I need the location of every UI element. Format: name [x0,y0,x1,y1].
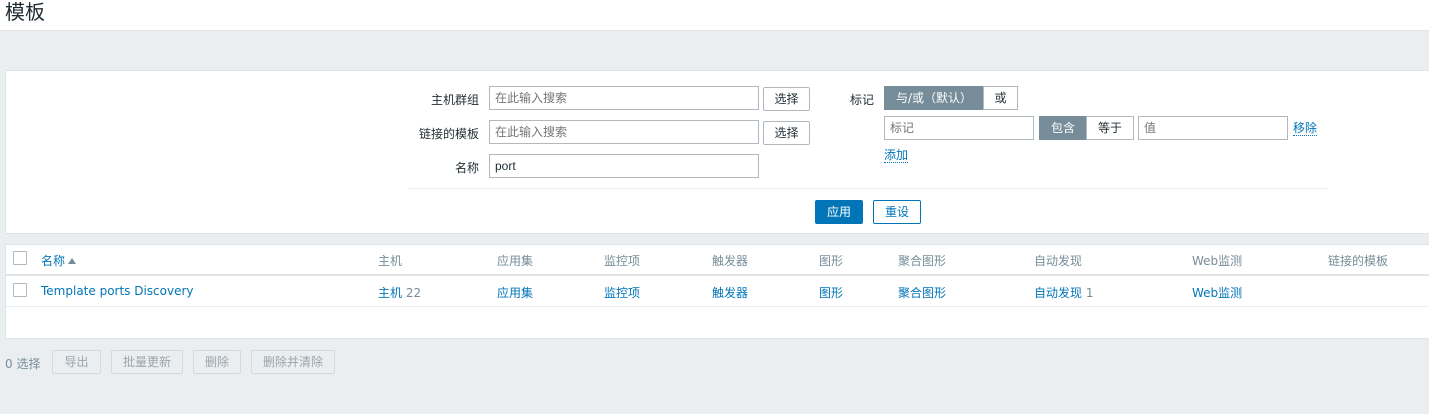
tag-remove-link[interactable]: 移除 [1293,121,1318,136]
discovery-count: 1 [1085,286,1094,300]
column-header-name-label: 名称 [41,254,66,268]
filter-divider [408,188,1328,189]
reset-button[interactable]: 重设 [873,200,921,224]
table-header: 名称 主机 应用集 监控项 触发器 图形 聚合图形 自动发现 Web监测 链接的… [6,245,1429,276]
action-footer: 0 选择 导出 批量更新 删除 删除并清除 [0,350,1429,374]
template-name-link[interactable]: Template ports Discovery [41,284,194,298]
linked-templates-select-button[interactable]: 选择 [763,121,810,145]
column-header-linked-templates: 链接的模板 [1328,254,1389,268]
web-link[interactable]: Web监测 [1192,284,1242,301]
discovery-link[interactable]: 自动发现 1 [1034,284,1093,301]
discovery-link-label: 自动发现 [1034,286,1083,300]
apply-button[interactable]: 应用 [815,200,863,224]
linked-templates-label: 链接的模板 [418,127,479,141]
page-header: 模板 [0,0,1429,31]
delete-and-clear-button[interactable]: 删除并清除 [251,350,335,374]
selected-count: 0 选择 [5,357,41,371]
graphs-link[interactable]: 图形 [819,284,843,301]
column-header-hosts: 主机 [378,254,403,268]
delete-button[interactable]: 删除 [193,350,241,374]
tags-label: 标记 [849,93,874,107]
hosts-count: 22 [405,286,422,300]
tags-operator-or[interactable]: 或 [983,86,1018,110]
name-input[interactable] [489,154,759,178]
tag-match-equals[interactable]: 等于 [1086,116,1134,140]
linked-templates-input[interactable] [489,120,759,144]
select-all-checkbox[interactable] [13,251,27,265]
name-label: 名称 [454,161,479,175]
host-groups-label: 主机群组 [430,93,479,107]
column-header-applications: 应用集 [497,254,534,268]
column-header-web: Web监测 [1192,254,1243,268]
screens-link[interactable]: 聚合图形 [898,284,946,301]
applications-link[interactable]: 应用集 [497,284,533,301]
table-row: Template ports Discovery 主机 22 应用集 监控项 触… [6,276,1429,307]
export-button[interactable]: 导出 [52,350,101,374]
templates-table: 名称 主机 应用集 监控项 触发器 图形 聚合图形 自动发现 Web监测 链接的… [5,244,1429,339]
items-link[interactable]: 监控项 [604,284,640,301]
column-header-triggers: 触发器 [712,254,749,268]
host-groups-input[interactable] [489,86,759,110]
filter-panel: 主机群组 选择 链接的模板 选择 名称 标记 与/或（默认） 或 包含 等于 移… [5,70,1429,234]
hosts-link-label: 主机 [378,286,403,300]
sort-ascending-icon [68,258,77,264]
column-header-screens: 聚合图形 [898,254,947,268]
tag-value-input[interactable] [1138,116,1288,140]
tags-operator-and-or[interactable]: 与/或（默认） [884,86,984,110]
tag-name-input[interactable] [884,116,1034,140]
tag-match-contains[interactable]: 包含 [1039,116,1087,140]
triggers-link[interactable]: 触发器 [712,284,748,301]
column-header-items: 监控项 [604,254,641,268]
tag-add-link[interactable]: 添加 [884,148,909,163]
column-header-graphs: 图形 [819,254,844,268]
row-checkbox[interactable] [13,283,27,297]
mass-update-button[interactable]: 批量更新 [111,350,183,374]
hosts-link[interactable]: 主机 22 [378,284,421,301]
page-title: 模板 [5,0,45,24]
column-header-name[interactable]: 名称 [41,252,77,269]
column-header-discovery: 自动发现 [1034,254,1083,268]
